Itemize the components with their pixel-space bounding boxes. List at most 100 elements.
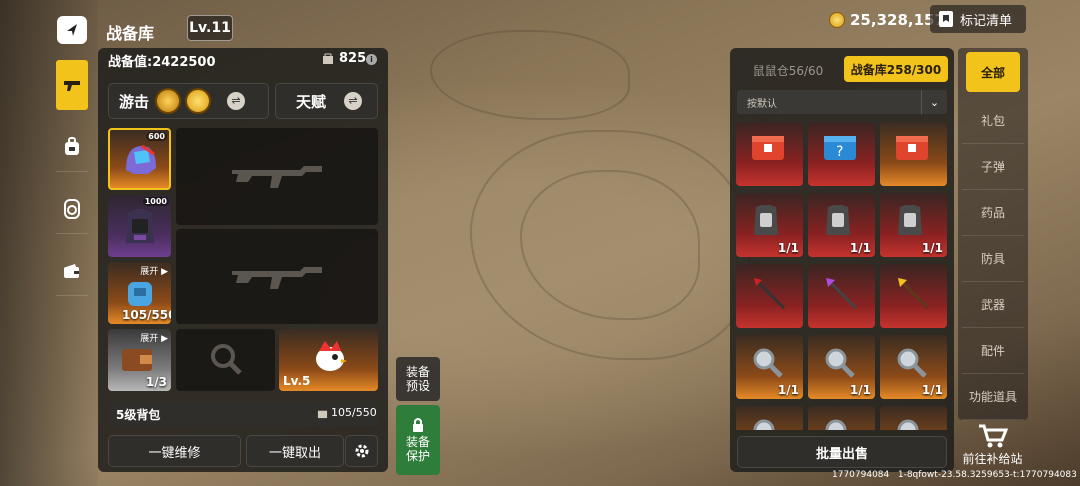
storage-item[interactable] — [736, 406, 803, 430]
equipment-preset-label: 装备 预设 — [405, 365, 430, 393]
vest-plate-icon — [894, 203, 926, 243]
capacity-box-icon — [323, 53, 333, 64]
wallet-icon — [64, 263, 79, 278]
spear-gold-icon — [894, 274, 934, 318]
loadout-capacity: 825 — [339, 51, 367, 66]
wallet-expand[interactable]: 展开 ▶ — [140, 331, 168, 344]
category-tab[interactable]: 防具 — [962, 236, 1024, 282]
red-supply-box-icon — [894, 132, 930, 166]
rifle-silhouette-icon — [232, 267, 322, 289]
storage-item[interactable] — [880, 122, 947, 186]
tab-hamster-storage[interactable]: 鼠鼠仓56/60 — [743, 58, 833, 82]
tab-ranger[interactable]: 游击 ⇌ — [108, 83, 269, 119]
storage-item[interactable]: 1/1 — [736, 193, 803, 257]
storage-item[interactable]: 1/1 — [880, 335, 947, 399]
storage-item[interactable] — [736, 264, 803, 328]
withdraw-all-button[interactable]: 一键取出 — [246, 435, 344, 467]
supply-station-button[interactable]: 前往补给站 — [955, 424, 1030, 470]
nav-backpack[interactable] — [56, 122, 88, 172]
storage-item[interactable] — [808, 406, 875, 430]
swap-icon[interactable]: ⇌ — [227, 92, 246, 110]
magnifier-icon — [750, 416, 786, 430]
settings-button[interactable] — [345, 435, 378, 467]
category-tab[interactable]: 礼包 — [962, 98, 1024, 144]
hamster-icon — [64, 198, 80, 219]
magnifier-icon — [750, 345, 786, 385]
page-title: 战备库 — [106, 24, 155, 43]
spear-purple-icon — [822, 274, 862, 318]
spear-red-icon — [750, 274, 790, 318]
item-count: 1/1 — [849, 241, 871, 255]
category-tab[interactable]: 全部 — [966, 52, 1020, 92]
armor-slot[interactable]: 1000 — [108, 195, 171, 257]
equipment-protect-label: 装备 保护 — [405, 435, 430, 463]
sort-dropdown[interactable]: 按默认 ⌄ — [737, 90, 947, 114]
tab-talent-label: 天赋 — [296, 92, 327, 111]
backpack-item-icon — [128, 282, 152, 306]
category-tab[interactable]: 功能道具 — [962, 374, 1024, 420]
storage-item[interactable]: 1/1 — [808, 335, 875, 399]
storage-item[interactable] — [880, 406, 947, 430]
item-count: 1/1 — [777, 241, 799, 255]
category-tab[interactable]: 配件 — [962, 328, 1024, 374]
swap-icon[interactable]: ⇌ — [344, 92, 363, 110]
storage-item[interactable] — [736, 122, 803, 186]
capacity-box-icon — [317, 410, 328, 419]
armor-badge: 1000 — [142, 197, 169, 206]
info-icon[interactable]: i — [366, 54, 377, 65]
category-tab[interactable]: 武器 — [962, 282, 1024, 328]
bulk-sell-button[interactable]: 批量出售 — [737, 436, 947, 468]
bookmark-list-label: 标记清单 — [960, 13, 1013, 29]
item-count: 1/1 — [849, 383, 871, 397]
red-supply-box-icon — [750, 132, 786, 166]
magnifier-icon — [822, 416, 858, 430]
item-count: 1/1 — [921, 383, 943, 397]
tab-armory-storage[interactable]: 战备库258/300 — [844, 56, 948, 82]
blue-mystery-box-icon: ? — [822, 132, 858, 166]
equipment-protect-button[interactable]: 装备 保护 — [396, 405, 440, 475]
tab-ranger-label: 游击 — [119, 92, 150, 111]
back-button[interactable] — [57, 16, 87, 44]
bag-capacity: 105/550 — [331, 406, 377, 419]
nav-hamster[interactable] — [56, 184, 88, 234]
equipment-preset-button[interactable]: 装备 预设 — [396, 357, 440, 401]
item-count: 1/1 — [777, 383, 799, 397]
chevron-down-icon: ⌄ — [921, 90, 947, 114]
sort-dropdown-value: 按默认 — [747, 98, 777, 110]
wallet-slot[interactable]: 展开 ▶ 1/3 — [108, 329, 171, 391]
magnifier-icon — [822, 345, 858, 385]
pet-level: Lv.5 — [283, 374, 311, 388]
secondary-weapon-slot[interactable] — [176, 229, 378, 324]
storage-item[interactable] — [808, 264, 875, 328]
wallet-item-icon — [122, 349, 152, 371]
pet-slot[interactable]: Lv.5 — [279, 329, 378, 391]
storage-item[interactable]: 1/1 — [736, 335, 803, 399]
storage-item[interactable]: 1/1 — [808, 193, 875, 257]
magnifier-silhouette-icon — [211, 344, 242, 375]
repair-all-button[interactable]: 一键维修 — [108, 435, 241, 467]
skill-medal-icon — [155, 88, 182, 114]
bookmark-list-button[interactable]: 标记清单 — [930, 5, 1026, 33]
svg-text:?: ? — [836, 144, 843, 160]
magnifier-icon — [894, 345, 930, 385]
gun-icon — [64, 81, 80, 91]
bag-label: 5级背包 — [116, 408, 161, 422]
nav-weapon[interactable] — [56, 60, 88, 110]
helmet-slot[interactable]: 600 — [108, 128, 171, 190]
item-count: 1/1 — [921, 241, 943, 255]
tool-slot[interactable] — [176, 329, 275, 391]
vest-plate-icon — [750, 203, 782, 243]
storage-item[interactable]: 1/1 — [880, 193, 947, 257]
loadout-value: 战备值:2422500 — [108, 55, 216, 70]
backpack-count: 105/550 — [122, 308, 171, 322]
tab-talent[interactable]: 天赋 ⇌ — [275, 83, 378, 119]
storage-item[interactable]: ? — [808, 122, 875, 186]
nav-wallet[interactable] — [56, 246, 88, 296]
storage-item[interactable] — [880, 264, 947, 328]
primary-weapon-slot[interactable] — [176, 128, 378, 225]
category-tab[interactable]: 药品 — [962, 190, 1024, 236]
lock-icon — [413, 418, 423, 432]
category-tab[interactable]: 子弹 — [962, 144, 1024, 190]
backpack-slot[interactable]: 展开 ▶ 105/550 — [108, 262, 171, 324]
storage-grid: ? 1/1 1/1 1/1 1/1 1/1 1/1 — [736, 122, 948, 430]
